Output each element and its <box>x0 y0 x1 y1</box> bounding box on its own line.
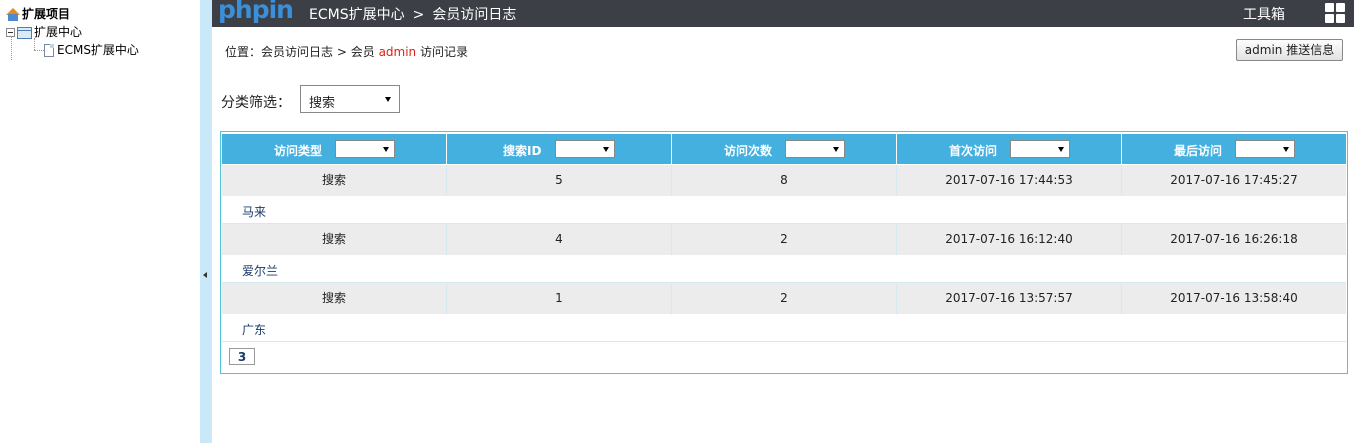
tree-line <box>34 38 35 50</box>
table-row-note: 马来 <box>222 196 1346 224</box>
breadcrumb-item[interactable]: ECMS扩展中心 <box>309 7 405 23</box>
tree-leaf-label: ECMS扩展中心 <box>57 43 139 57</box>
breadcrumb-item[interactable]: 会员访问日志 <box>432 7 516 23</box>
dropdown-arrow-icon <box>603 147 609 152</box>
logo: phpin <box>218 0 294 24</box>
top-bar: phpin ECMS扩展中心 > 会员访问日志 工具箱 <box>212 0 1354 27</box>
cell-visit-count: 8 <box>672 165 897 196</box>
table-row-note: 爱尔兰 <box>222 255 1346 283</box>
home-icon <box>6 8 20 21</box>
document-icon <box>44 44 54 57</box>
filter-label: 分类筛选： <box>221 95 291 111</box>
dropdown-arrow-icon <box>383 147 389 152</box>
cell-last-visit: 2017-07-16 16:26:18 <box>1170 232 1298 246</box>
cell-last-visit: 2017-07-16 13:58:40 <box>1170 291 1298 305</box>
column-header-search-id: 搜索ID <box>447 134 671 164</box>
collapse-left-icon[interactable] <box>203 272 207 278</box>
push-info-button[interactable]: admin 推送信息 <box>1236 39 1343 61</box>
tree-leaf-ecms[interactable]: ECMS扩展中心 <box>44 42 139 59</box>
tree-line <box>11 36 12 60</box>
position-breadcrumb: 位置：会员访问日志 > 会员 admin 访问记录 <box>225 45 469 59</box>
sidebar-collapse-bar[interactable] <box>200 0 212 443</box>
tree-root[interactable]: 扩展项目 <box>6 6 70 23</box>
column-filter-select[interactable] <box>785 140 845 158</box>
column-filter-select[interactable] <box>1010 140 1070 158</box>
row-location: 马来 <box>242 205 267 219</box>
member-name: admin <box>378 45 417 59</box>
top-breadcrumb: ECMS扩展中心 > 会员访问日志 <box>309 4 524 24</box>
row-location: 广东 <box>242 323 267 337</box>
grid-menu-icon[interactable] <box>1325 3 1345 23</box>
dropdown-arrow-icon <box>1283 147 1289 152</box>
column-filter-select[interactable] <box>335 140 395 158</box>
dropdown-arrow-icon <box>385 97 391 102</box>
tree-node-label: 扩展中心 <box>34 25 83 39</box>
table-row: 搜索 5 8 2017-07-16 17:44:53 2017-07-16 17… <box>222 165 1346 197</box>
cell-first-visit: 2017-07-16 16:12:40 <box>897 224 1122 255</box>
pagination-current-page[interactable]: 3 <box>229 348 255 365</box>
dropdown-arrow-icon <box>833 147 839 152</box>
toolbox-link[interactable]: 工具箱 <box>1243 4 1285 24</box>
column-header-first-visit: 首次访问 <box>897 134 1121 164</box>
column-header-visit-count: 访问次数 <box>672 134 896 164</box>
table-row: 搜索 1 2 2017-07-16 13:57:57 2017-07-16 13… <box>222 283 1346 315</box>
column-filter-select[interactable] <box>1235 140 1295 158</box>
category-filter-select[interactable]: 搜索 <box>300 85 400 113</box>
position-link[interactable]: 会员访问日志 <box>261 45 333 59</box>
cell-search-id: 5 <box>447 165 672 196</box>
column-filter-select[interactable] <box>555 140 615 158</box>
tree-root-label: 扩展项目 <box>22 7 71 21</box>
sidebar-tree: 扩展项目 扩展中心 ECMS扩展中心 <box>0 0 200 443</box>
cell-visit-count: 2 <box>672 224 897 255</box>
cell-search-id: 4 <box>447 224 672 255</box>
cell-first-visit: 2017-07-16 13:57:57 <box>897 283 1122 314</box>
breadcrumb-separator: > <box>412 7 425 23</box>
cell-last-visit: 2017-07-16 17:45:27 <box>1170 173 1298 187</box>
table-row-note: 广东 <box>222 314 1346 342</box>
tree-node-extension-center[interactable]: 扩展中心 <box>6 24 82 41</box>
column-header-last-visit: 最后访问 <box>1122 134 1346 164</box>
cell-search-id: 1 <box>447 283 672 314</box>
column-header-visit-type: 访问类型 <box>222 134 446 164</box>
table-row: 搜索 4 2 2017-07-16 16:12:40 2017-07-16 16… <box>222 224 1346 256</box>
tree-line <box>34 50 44 51</box>
dropdown-arrow-icon <box>1058 147 1064 152</box>
cell-visit-count: 2 <box>672 283 897 314</box>
cell-visit-type: 搜索 <box>222 283 447 314</box>
folder-icon <box>17 26 32 39</box>
cell-visit-type: 搜索 <box>222 165 447 196</box>
row-location: 爱尔兰 <box>242 264 279 278</box>
cell-visit-type: 搜索 <box>222 224 447 255</box>
filter-selected-value: 搜索 <box>309 96 336 111</box>
cell-first-visit: 2017-07-16 17:44:53 <box>897 165 1122 196</box>
visit-log-table: 访问类型 搜索ID 访问次数 首次访问 最后访问 搜索 5 8 2017-07-… <box>220 131 1348 374</box>
